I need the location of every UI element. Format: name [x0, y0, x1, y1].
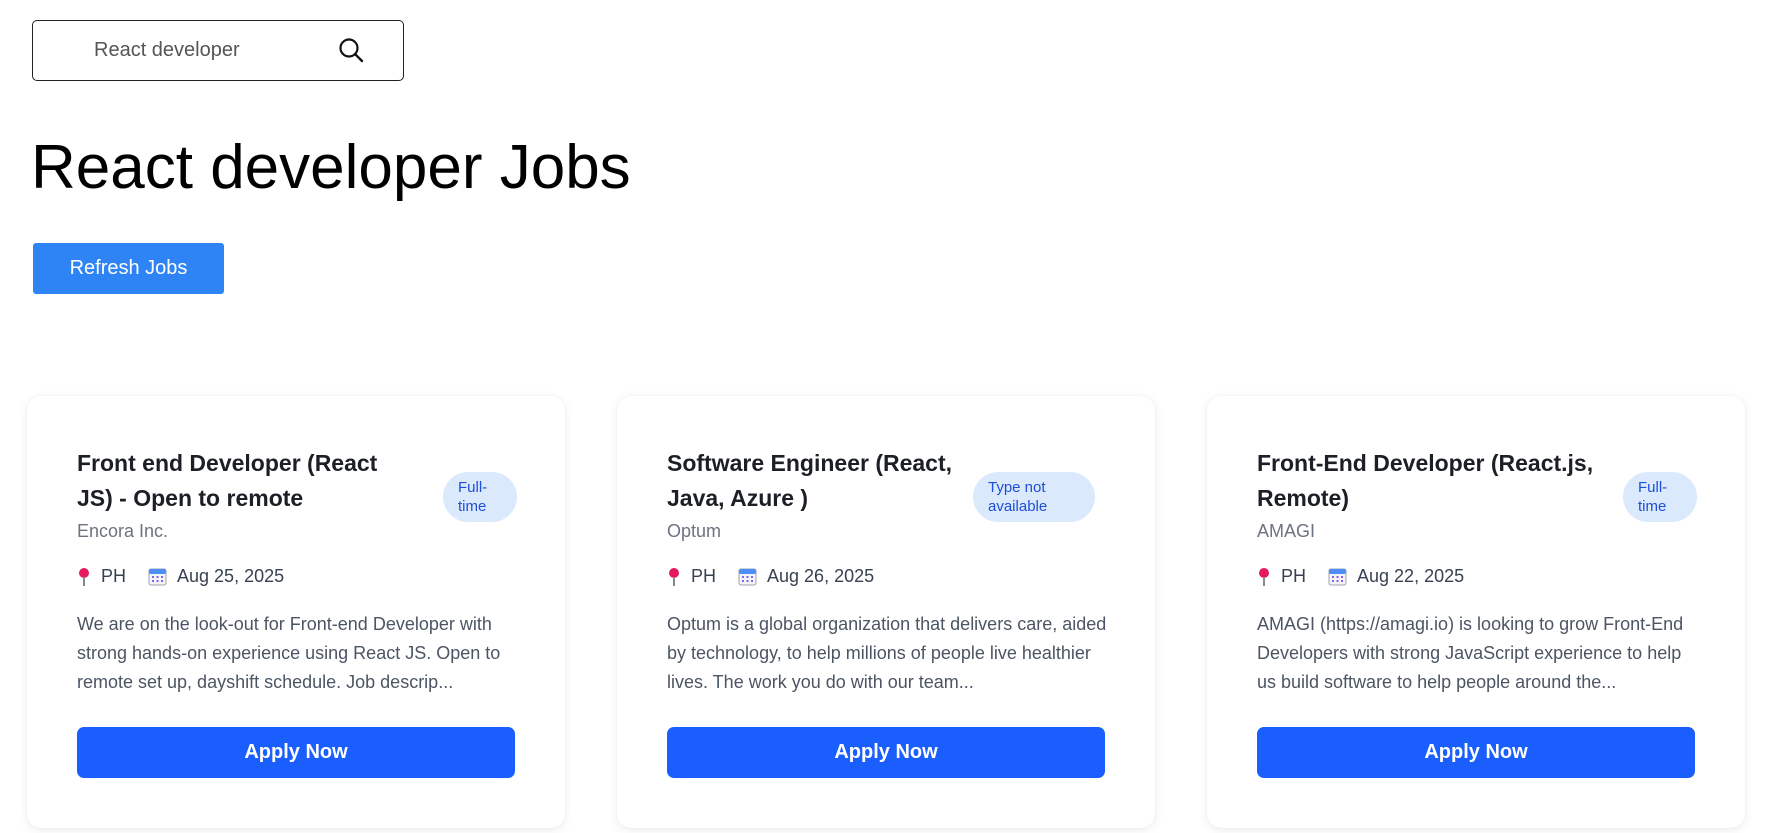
- job-description: AMAGI (https://amagi.io) is looking to g…: [1257, 614, 1684, 692]
- search-input[interactable]: [94, 39, 334, 62]
- job-title: Front end Developer (React JS) - Open to…: [77, 450, 378, 511]
- job-description: We are on the look-out for Front-end Dev…: [77, 614, 501, 692]
- calendar-icon: [148, 567, 167, 586]
- company-name: Optum: [667, 521, 722, 541]
- job-card: Software Engineer (React, Java, Azure ) …: [617, 396, 1155, 828]
- job-date: Aug 22, 2025: [1357, 566, 1465, 586]
- job-description: Optum is a global organization that deli…: [667, 614, 1107, 692]
- job-meta: PH Aug 26, 2025: [667, 566, 874, 587]
- location-pin-icon: [667, 567, 681, 587]
- apply-now-button[interactable]: Apply Now: [667, 727, 1105, 778]
- job-location: PH: [101, 566, 127, 586]
- job-type-badge: Full-time: [1623, 472, 1697, 522]
- job-date: Aug 25, 2025: [177, 566, 285, 586]
- calendar-icon: [738, 567, 757, 586]
- job-location: PH: [691, 566, 717, 586]
- job-card: Front end Developer (React JS) - Open to…: [27, 396, 565, 828]
- company-name: Encora Inc.: [77, 521, 169, 541]
- apply-now-button[interactable]: Apply Now: [77, 727, 515, 778]
- job-type-badge: Full-time: [443, 472, 517, 522]
- page-title: React developer Jobs: [31, 133, 631, 202]
- job-title: Software Engineer (React, Java, Azure ): [667, 450, 953, 511]
- location-pin-icon: [77, 567, 91, 587]
- job-title: Front-End Developer (React.js, Remote): [1257, 450, 1594, 511]
- refresh-jobs-button[interactable]: Refresh Jobs: [33, 243, 224, 294]
- location-pin-icon: [1257, 567, 1271, 587]
- job-date: Aug 26, 2025: [767, 566, 875, 586]
- job-card: Front-End Developer (React.js, Remote) F…: [1207, 396, 1745, 828]
- apply-now-button[interactable]: Apply Now: [1257, 727, 1695, 778]
- calendar-icon: [1328, 567, 1347, 586]
- job-meta: PH Aug 25, 2025: [77, 566, 284, 587]
- company-name: AMAGI: [1257, 521, 1316, 541]
- job-meta: PH Aug 22, 2025: [1257, 566, 1464, 587]
- search-icon[interactable]: [336, 35, 366, 65]
- job-location: PH: [1281, 566, 1307, 586]
- job-type-badge: Type not available: [973, 472, 1095, 522]
- search-bar: [32, 20, 404, 81]
